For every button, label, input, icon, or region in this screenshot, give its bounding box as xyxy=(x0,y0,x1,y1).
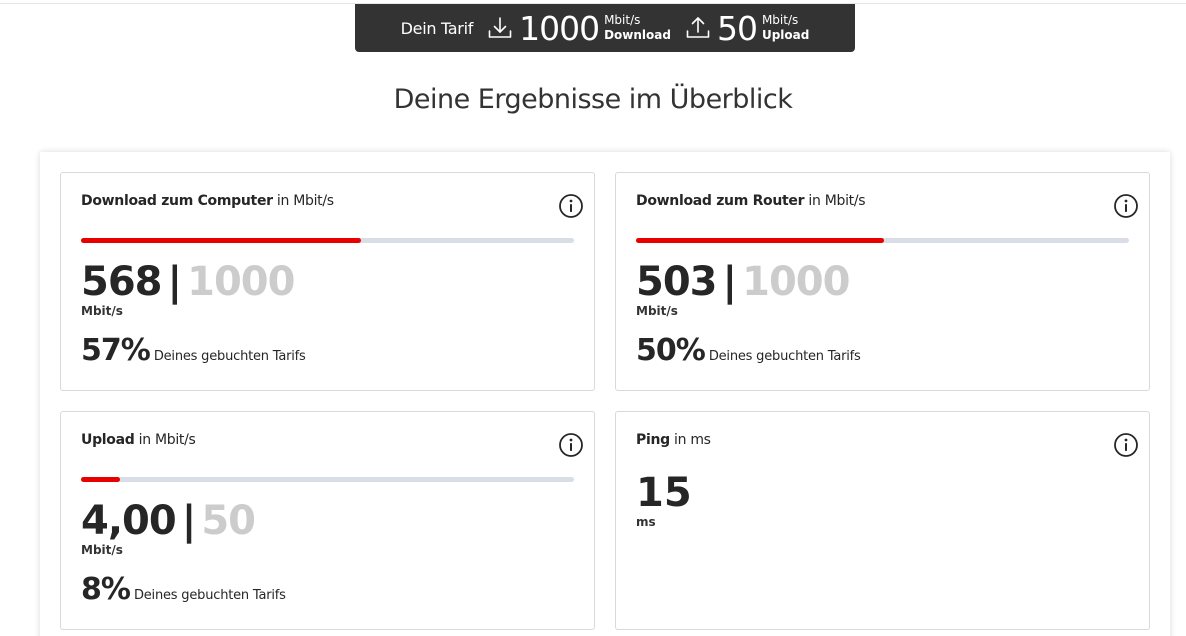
upload-card: Upload in Mbit/s 4,00 | 50 Mbit/s 8% Deine… xyxy=(60,411,595,630)
measured-speed: 503 xyxy=(636,259,717,305)
page-title: Deine Ergebnisse im Überblick xyxy=(393,84,793,115)
percent-value: 50% xyxy=(636,333,706,368)
info-icon[interactable] xyxy=(558,432,584,458)
tariff-upload-unit: Mbit/s xyxy=(761,13,799,27)
upload-icon xyxy=(685,15,711,41)
card-title: Download zum Router in Mbit/s xyxy=(636,193,866,209)
value-unit: Mbit/s xyxy=(636,304,678,318)
percent-line: 57% Deines gebuchten Tarifs xyxy=(81,333,306,368)
card-title-bold: Upload xyxy=(81,432,135,448)
card-title-unit: in Mbit/s xyxy=(134,432,196,448)
progress-track xyxy=(81,238,574,243)
tariff-upload-units: Mbit/s Upload xyxy=(762,13,809,43)
info-icon[interactable] xyxy=(1113,432,1139,458)
tariff-download-units: Mbit/s Download xyxy=(604,13,671,43)
measured-value: 4,00 | 50 xyxy=(81,498,256,544)
measured-value: 503 | 1000 xyxy=(636,259,850,305)
progress-fill xyxy=(636,238,884,243)
progress-fill xyxy=(81,238,362,243)
ping-value: 15 xyxy=(636,470,692,516)
card-title-bold: Ping xyxy=(636,432,670,448)
value-separator: | xyxy=(722,259,738,305)
progress-fill xyxy=(81,477,121,482)
card-title-unit: in ms xyxy=(669,432,711,448)
tariff-download-unit: Mbit/s xyxy=(604,13,641,27)
info-icon[interactable] xyxy=(558,193,584,219)
percent-line: 50% Deines gebuchten Tarifs xyxy=(636,333,861,368)
tariff-banner: Dein Tarif 1000 Mbit/s Download 50 Mbit/… xyxy=(355,4,855,52)
percent-value: 8% xyxy=(81,572,131,607)
tariff-download-value: 1000 xyxy=(519,8,600,48)
measured-speed: 568 xyxy=(81,259,162,305)
percent-text: Deines gebuchten Tarifs xyxy=(708,349,861,364)
ping-card: Ping in ms 15 ms xyxy=(615,411,1150,630)
percent-value: 57% xyxy=(81,333,151,368)
tariff-max: 1000 xyxy=(187,259,295,305)
card-title-bold: Download zum Computer xyxy=(81,193,273,209)
value-separator: | xyxy=(167,259,183,305)
download-router-card: Download zum Router in Mbit/s 503 | 1000 M… xyxy=(615,172,1150,391)
card-title-unit: in Mbit/s xyxy=(804,193,866,209)
percent-text: Deines gebuchten Tarifs xyxy=(153,349,306,364)
progress-track xyxy=(81,477,574,482)
measured-value: 568 | 1000 xyxy=(81,259,295,305)
download-icon xyxy=(487,15,513,41)
card-title: Ping in ms xyxy=(636,432,711,448)
card-title-unit: in Mbit/s xyxy=(272,193,334,209)
tariff-upload-value: 50 xyxy=(716,8,758,48)
card-title: Upload in Mbit/s xyxy=(81,432,196,448)
card-title: Download zum Computer in Mbit/s xyxy=(81,193,334,209)
percent-line: 8% Deines gebuchten Tarifs xyxy=(81,572,286,607)
value-unit: Mbit/s xyxy=(81,543,123,557)
tariff-max: 1000 xyxy=(742,259,850,305)
tariff-upload-label: Upload xyxy=(761,28,810,42)
results-panel: Download zum Computer in Mbit/s 568 | 1000… xyxy=(40,152,1170,636)
value-unit: Mbit/s xyxy=(81,304,123,318)
download-computer-card: Download zum Computer in Mbit/s 568 | 1000… xyxy=(60,172,595,391)
ping-unit: ms xyxy=(636,515,656,529)
tariff-label: Dein Tarif xyxy=(400,18,474,38)
tariff-max: 50 xyxy=(201,498,256,544)
progress-track xyxy=(636,238,1129,243)
card-title-bold: Download zum Router xyxy=(636,193,805,209)
tariff-download-label: Download xyxy=(604,28,671,42)
percent-text: Deines gebuchten Tarifs xyxy=(133,588,286,603)
measured-speed: 4,00 xyxy=(81,498,177,544)
value-separator: | xyxy=(181,498,197,544)
info-icon[interactable] xyxy=(1113,193,1139,219)
